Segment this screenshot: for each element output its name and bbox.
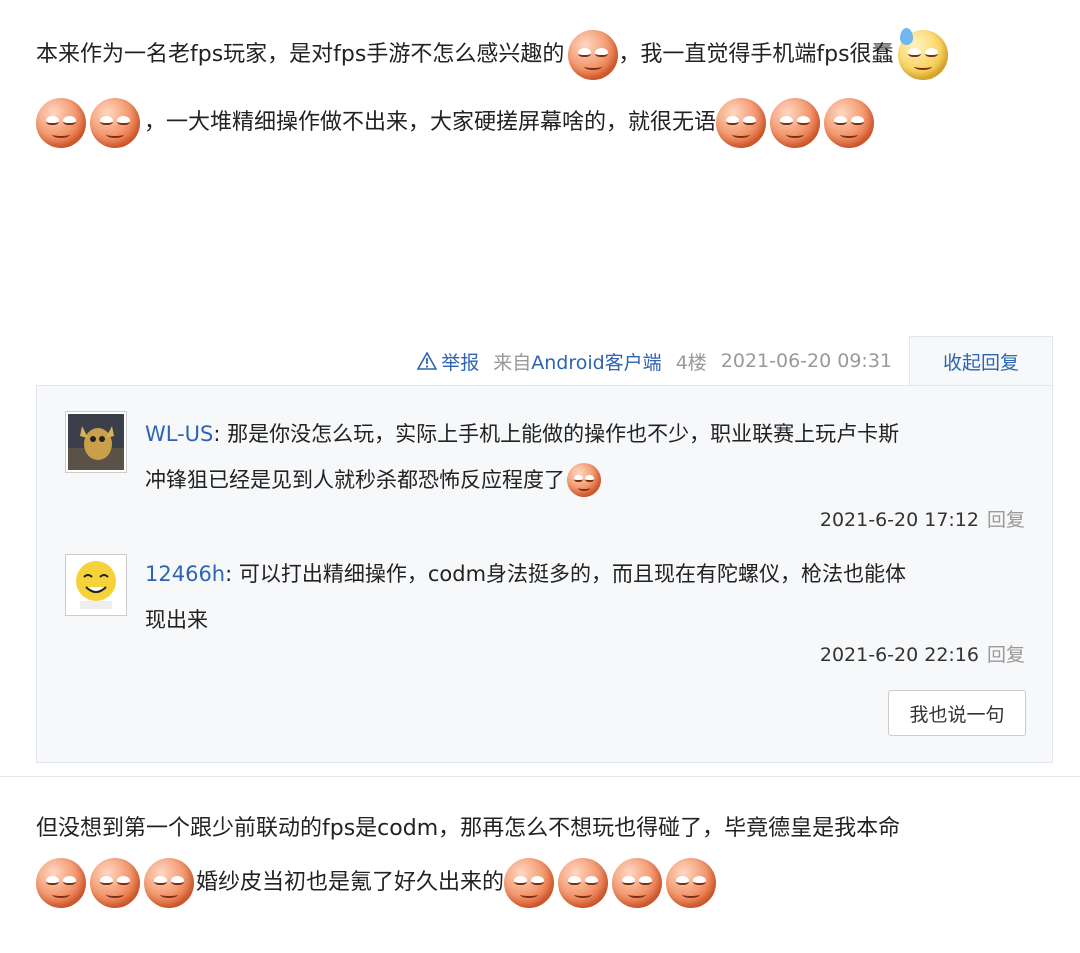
report-link[interactable]: 举报 — [417, 348, 479, 375]
emoji-smirk-icon — [36, 98, 86, 148]
collapse-replies-button[interactable]: 收起回复 — [909, 336, 1053, 386]
post-text-line1a: 本来作为一名老fps玩家，是对fps手游不怎么感兴趣的 — [36, 42, 565, 67]
reply-username[interactable]: 12466h — [145, 562, 225, 586]
reply-button[interactable]: 回复 — [987, 509, 1025, 531]
avatar-image — [68, 414, 124, 470]
post-datetime: 2021-06-20 09:31 — [720, 350, 892, 372]
client-source: 来自Android客户端 — [493, 348, 661, 375]
emoji-smirk-icon — [568, 30, 619, 80]
post-meta-bar: 举报 来自Android客户端 4楼 2021-06-20 09:31 收起回复 — [0, 336, 1080, 386]
reply-content: WL-US: 那是你没怎么玩，实际上手机上能做的操作也不少，职业联赛上玩卢卡斯 … — [145, 411, 1025, 503]
emoji-smirk-icon — [504, 858, 555, 908]
reply-text-2: 冲锋狙已经是见到人就秒杀都恐怖反应程度了 — [145, 468, 565, 492]
avatar[interactable] — [65, 411, 127, 473]
reply-content: 12466h: 可以打出精细操作，codm身法挺多的，而且现在有陀螺仪，枪法也能… — [145, 551, 1025, 643]
emoji-smirk-icon — [36, 858, 86, 908]
reply-footer: 2021-6-20 17:12 回复 — [820, 505, 1025, 532]
reply-panel: WL-US: 那是你没怎么玩，实际上手机上能做的操作也不少，职业联赛上玩卢卡斯 … — [36, 385, 1053, 763]
emoji-sweat-icon — [897, 28, 948, 80]
post2-text-line2: 婚纱皮当初也是氪了好久出来的 — [196, 870, 505, 895]
reply-username[interactable]: WL-US — [145, 422, 213, 446]
emoji-smirk-icon — [666, 858, 717, 908]
warning-icon — [417, 352, 438, 370]
reply-item: WL-US: 那是你没怎么玩，实际上手机上能做的操作也不少，职业联赛上玩卢卡斯 … — [65, 411, 1025, 541]
post-text-line1b: ，我一直觉得手机端fps很蠢 — [618, 42, 894, 67]
reply-time: 2021-6-20 22:16 — [819, 644, 979, 666]
emoji-smirk-icon — [90, 98, 140, 148]
add-comment-button[interactable]: 我也说一句 — [888, 690, 1026, 736]
reply-footer: 2021-6-20 22:16 回复 — [820, 640, 1025, 667]
report-label: 举报 — [441, 351, 480, 374]
post-text-line2: ，一大堆精细操作做不出来，大家硬搓屏幕啥的，就很无语 — [144, 110, 717, 135]
reply-text-2: 现出来 — [145, 608, 208, 632]
avatar-image — [68, 557, 124, 613]
emoji-smirk-icon — [824, 98, 875, 148]
emoji-smirk-icon — [144, 858, 194, 908]
client-link[interactable]: Android客户端 — [531, 352, 661, 374]
emoji-smirk-icon — [716, 98, 767, 148]
reply-item: 12466h: 可以打出精细操作，codm身法挺多的，而且现在有陀螺仪，枪法也能… — [65, 554, 1025, 674]
emoji-smirk-icon — [567, 463, 601, 497]
avatar[interactable] — [65, 554, 127, 616]
reply-time: 2021-6-20 17:12 — [819, 509, 979, 531]
from-prefix: 来自 — [493, 351, 532, 374]
emoji-smirk-icon — [770, 98, 821, 148]
post2-text-line1: 但没想到第一个跟少前联动的fps是codm，那再怎么不想玩也得碰了，毕竟德皇是我… — [36, 816, 901, 841]
reply-text-1: : 那是你没怎么玩，实际上手机上能做的操作也不少，职业联赛上玩卢卡斯 — [213, 422, 900, 446]
divider — [0, 776, 1080, 777]
reply-button[interactable]: 回复 — [987, 644, 1025, 666]
emoji-smirk-icon — [90, 858, 140, 908]
floor-number: 4楼 — [675, 351, 707, 374]
reply-text-1: : 可以打出精细操作，codm身法挺多的，而且现在有陀螺仪，枪法也能体 — [225, 562, 907, 586]
emoji-smirk-icon — [612, 858, 663, 908]
emoji-smirk-icon — [558, 858, 609, 908]
